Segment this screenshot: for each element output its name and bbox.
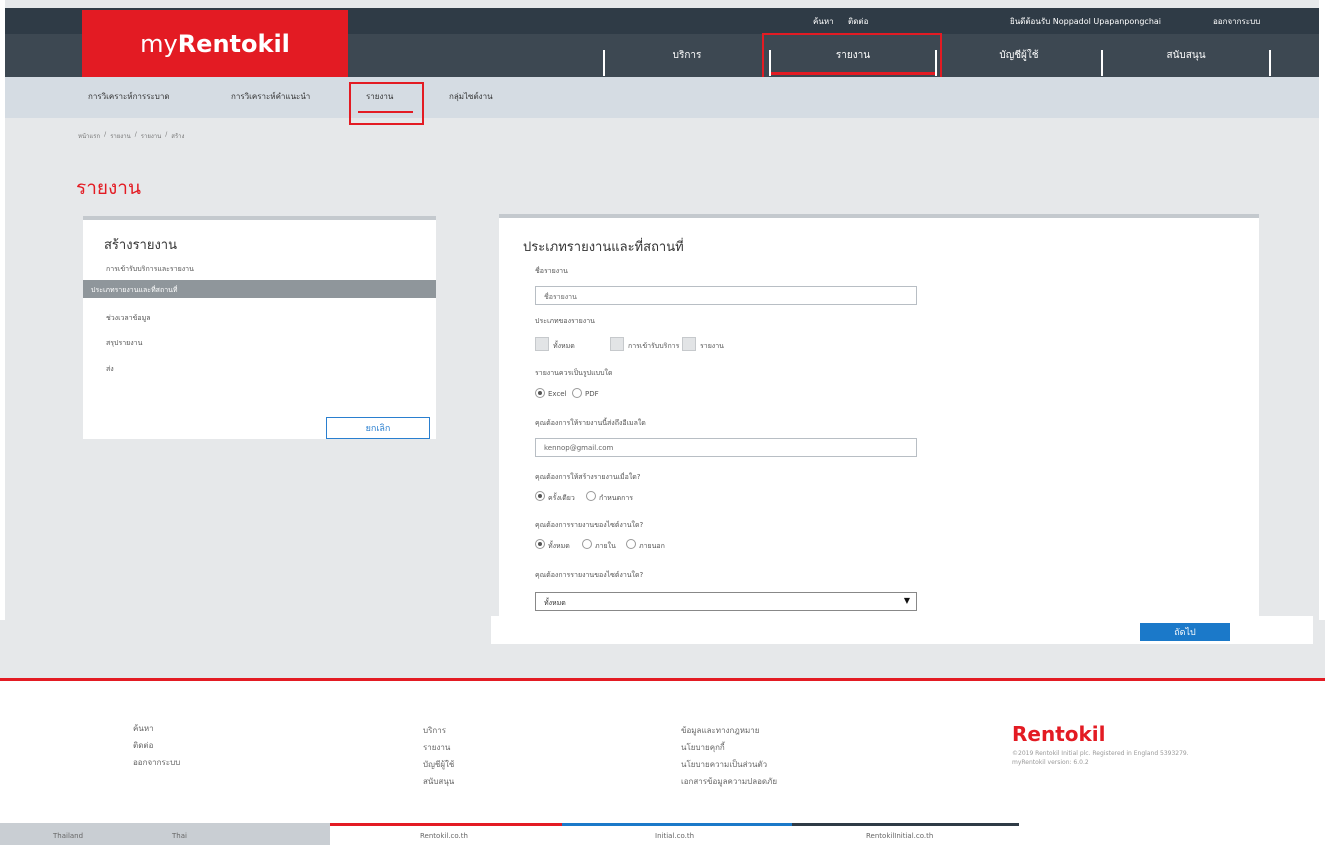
- email-label: คุณต้องการให้รายงานนี้ส่งถึงอีเมลใด: [535, 419, 646, 427]
- footer-link-logout[interactable]: ออกจากระบบ: [133, 754, 180, 771]
- step-item-type-location-active[interactable]: ประเภทรายงานและที่สถานที่: [83, 280, 436, 298]
- footer-link-privacy-policy[interactable]: นโยบายความเป็นส่วนตัว: [681, 756, 777, 773]
- scope-label: คุณต้องการรายงานของไซต์งานใด?: [535, 521, 644, 529]
- subnav-item-recommendation-analysis[interactable]: การวิเคราะห์คำแนะนำ: [231, 90, 310, 103]
- report-type-label: ประเภทของรายงาน: [535, 317, 595, 325]
- footer-link-contact[interactable]: ติดต่อ: [133, 737, 180, 754]
- breadcrumb-separator: /: [104, 131, 107, 138]
- scope-internal-label: ภายใน: [595, 542, 616, 550]
- footer-col-legal: ข้อมูลและทางกฎหมาย นโยบายคุกกี้ นโยบายคว…: [681, 722, 777, 790]
- nav-divider: [1269, 50, 1271, 76]
- utility-contact-link[interactable]: ติดต่อ: [848, 15, 868, 28]
- step-item-send[interactable]: ส่ง: [106, 364, 114, 375]
- report-type-all-checkbox[interactable]: [535, 337, 549, 351]
- subnav-item-pest-analysis[interactable]: การวิเคราะห์การระบาด: [88, 90, 170, 103]
- format-excel-radio[interactable]: [535, 388, 545, 398]
- nav-item-support[interactable]: สนับสนุน: [1103, 34, 1269, 77]
- scope-all-radio[interactable]: [535, 539, 545, 549]
- footer-col-utility: ค้นหา ติดต่อ ออกจากระบบ: [133, 720, 180, 771]
- nav-item-account[interactable]: บัญชีผู้ใช้: [937, 34, 1101, 77]
- bottom-link-initial[interactable]: Initial.co.th: [655, 832, 694, 840]
- site-label: คุณต้องการรายงานของไซต์งานใด?: [535, 571, 644, 579]
- footer-link-cookie-policy[interactable]: นโยบายคุกกี้: [681, 739, 777, 756]
- format-pdf-radio[interactable]: [572, 388, 582, 398]
- report-form-panel: ประเภทรายงานและที่สถานที่ ชื่อรายงาน ชื่…: [499, 214, 1259, 616]
- scope-internal-radio[interactable]: [582, 539, 592, 549]
- footer-link-safety-data[interactable]: เอกสารข้อมูลความปลอดภัย: [681, 773, 777, 790]
- dropdown-caret-icon: ▼: [903, 596, 910, 605]
- breadcrumb-reports[interactable]: รายงาน: [110, 131, 131, 141]
- form-title: ประเภทรายงานและที่สถานที่: [523, 240, 684, 255]
- bottom-link-rentokil-initial[interactable]: RentokilInitial.co.th: [866, 832, 933, 840]
- logo-brand-text: Rentokil: [177, 29, 290, 58]
- step-item-summary[interactable]: สรุปรายงาน: [106, 338, 142, 349]
- country-selector[interactable]: Thailand: [53, 832, 83, 840]
- footer-copyright: ©2019 Rentokil Initial plc. Registered i…: [1012, 749, 1189, 767]
- frequency-schedule-label: กำหนดการ: [599, 494, 634, 502]
- breadcrumb-report[interactable]: รายงาน: [141, 131, 162, 141]
- footer-link-search[interactable]: ค้นหา: [133, 720, 180, 737]
- step-item-visits-reports[interactable]: การเข้ารับบริการและรายงาน: [106, 264, 194, 275]
- footer-link-support[interactable]: สนับสนุน: [423, 773, 454, 790]
- frequency-schedule-radio[interactable]: [586, 491, 596, 501]
- scope-external-label: ภายนอก: [639, 542, 665, 550]
- bottom-link-rentokil[interactable]: Rentokil.co.th: [420, 832, 468, 840]
- create-report-steps-panel: สร้างรายงาน การเข้ารับบริการและรายงาน ปร…: [83, 216, 436, 439]
- highlight-box-reports-subnav: [349, 82, 424, 125]
- myrentokil-logo[interactable]: my Rentokil: [82, 10, 348, 77]
- scope-all-label: ทั้งหมด: [548, 542, 570, 550]
- report-type-all-label: ทั้งหมด: [553, 342, 575, 350]
- breadcrumb-separator: /: [165, 131, 168, 138]
- report-name-label: ชื่อรายงาน: [535, 267, 568, 275]
- step-item-data-period[interactable]: ช่วงเวลาข้อมูล: [106, 313, 151, 324]
- site-select[interactable]: ทั้งหมด ▼: [535, 592, 917, 611]
- footer-col-nav: บริการ รายงาน บัญชีผู้ใช้ สนับสนุน: [423, 722, 454, 790]
- sub-nav: [5, 77, 1319, 118]
- subnav-item-site-groups[interactable]: กลุ่มไซต์งาน: [449, 90, 493, 103]
- breadcrumb-separator: /: [134, 131, 137, 138]
- report-name-input[interactable]: ชื่อรายงาน: [535, 286, 917, 305]
- email-input[interactable]: kennop@gmail.com: [535, 438, 917, 457]
- next-button[interactable]: ถัดไป: [1140, 623, 1230, 641]
- breadcrumb: หน้าแรก / รายงาน / รายงาน / สร้าง: [78, 131, 184, 141]
- frequency-once-label: ครั้งเดียว: [548, 494, 575, 502]
- footer-rentokil-logo: Rentokil: [1012, 722, 1106, 746]
- copyright-text: ©2019 Rentokil Initial plc. Registered i…: [1012, 750, 1189, 757]
- scope-external-radio[interactable]: [626, 539, 636, 549]
- brand-stripe-blue: [562, 823, 792, 826]
- welcome-user-text: ยินดีต้อนรับ Noppadol Upapanpongchai: [1010, 17, 1162, 26]
- brand-stripe-red: [330, 823, 562, 826]
- report-type-reports-checkbox[interactable]: [682, 337, 696, 351]
- format-excel-label: Excel: [548, 390, 567, 398]
- footer-link-reports[interactable]: รายงาน: [423, 739, 454, 756]
- format-pdf-label: PDF: [585, 390, 599, 398]
- footer-link-legal[interactable]: ข้อมูลและทางกฎหมาย: [681, 722, 777, 739]
- footer-link-account[interactable]: บัญชีผู้ใช้: [423, 756, 454, 773]
- page-title: รายงาน: [76, 177, 141, 199]
- frame-right: [1319, 0, 1325, 620]
- logo-my-text: my: [140, 29, 178, 58]
- language-selector[interactable]: Thai: [172, 832, 187, 840]
- format-label: รายงานควรเป็นรูปแบบใด: [535, 369, 613, 377]
- cancel-button[interactable]: ยกเลิก: [326, 417, 430, 439]
- breadcrumb-create: สร้าง: [171, 133, 185, 140]
- nav-item-services[interactable]: บริการ: [605, 34, 769, 77]
- breadcrumb-home[interactable]: หน้าแรก: [78, 131, 100, 141]
- footer-link-services[interactable]: บริการ: [423, 722, 454, 739]
- locale-segment: [0, 823, 330, 845]
- report-type-visits-checkbox[interactable]: [610, 337, 624, 351]
- version-text: myRentokil version: 6.0.2: [1012, 759, 1089, 766]
- steps-panel-title: สร้างรายงาน: [104, 238, 177, 253]
- site-select-value: ทั้งหมด: [544, 599, 566, 607]
- brand-stripe-dark: [792, 823, 1019, 826]
- step-item-label: ประเภทรายงานและที่สถานที่: [91, 286, 178, 294]
- utility-logout-link[interactable]: ออกจากระบบ: [1213, 15, 1260, 28]
- frequency-once-radio[interactable]: [535, 491, 545, 501]
- report-type-reports-label: รายงาน: [700, 342, 724, 350]
- frequency-label: คุณต้องการให้สร้างรายงานเมื่อใด?: [535, 473, 641, 481]
- report-type-visits-label: การเข้ารับบริการ: [628, 342, 680, 350]
- utility-search-link[interactable]: ค้นหา: [813, 15, 834, 28]
